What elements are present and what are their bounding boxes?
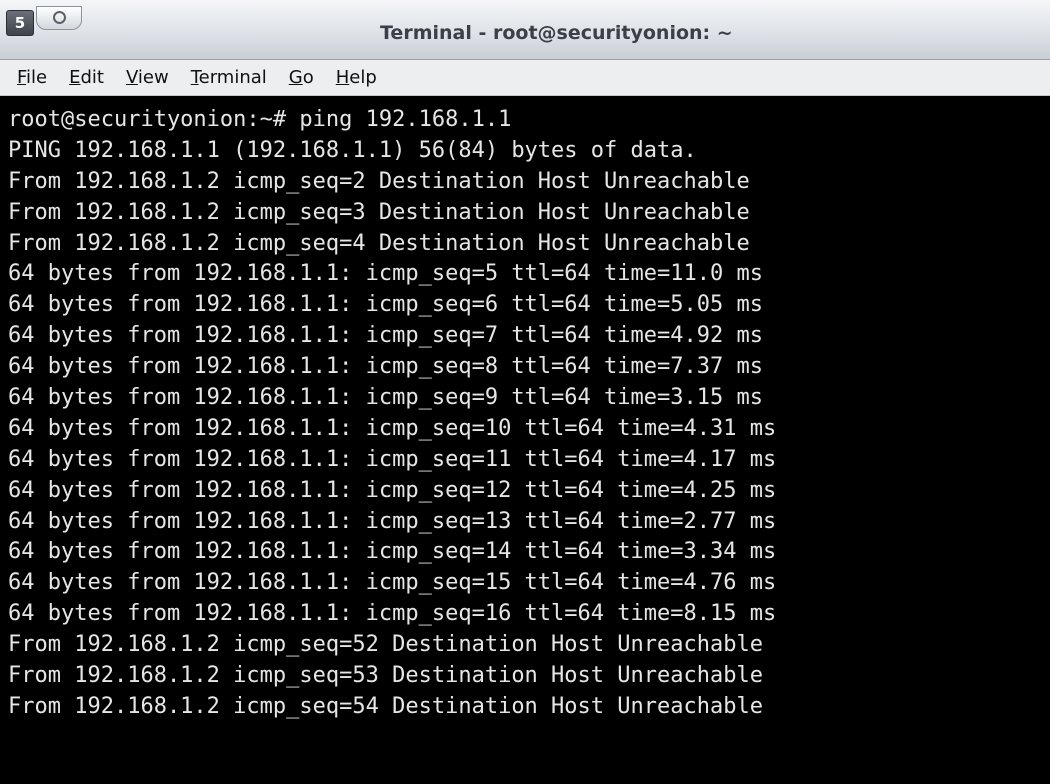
- terminal-line: 64 bytes from 192.168.1.1: icmp_seq=13 t…: [8, 508, 777, 534]
- menu-terminal[interactable]: Terminal: [180, 67, 278, 88]
- menu-file-label: ile: [26, 67, 48, 88]
- terminal-line: From 192.168.1.2 icmp_seq=52 Destination…: [8, 632, 763, 658]
- terminal-line: 64 bytes from 192.168.1.1: icmp_seq=16 t…: [8, 601, 777, 627]
- terminal-line: 64 bytes from 192.168.1.1: icmp_seq=9 tt…: [8, 385, 763, 411]
- menu-file[interactable]: File: [6, 67, 58, 88]
- menu-terminal-mnemonic: T: [190, 67, 199, 88]
- menu-file-mnemonic: F: [17, 67, 27, 88]
- terminal-line: 64 bytes from 192.168.1.1: icmp_seq=10 t…: [8, 415, 777, 441]
- menu-go-label: o: [302, 67, 314, 88]
- terminal-line: From 192.168.1.2 icmp_seq=4 Destination …: [8, 230, 750, 256]
- terminal-line: 64 bytes from 192.168.1.1: icmp_seq=6 tt…: [8, 292, 763, 318]
- window-title: Terminal - root@securityonion: ~: [380, 22, 733, 44]
- terminal-line: From 192.168.1.2 icmp_seq=54 Destination…: [8, 693, 763, 719]
- menu-bar: File Edit View Terminal Go Help: [0, 60, 1050, 96]
- menu-edit-mnemonic: E: [69, 67, 81, 88]
- menu-view-label: iew: [137, 67, 169, 88]
- menu-edit[interactable]: Edit: [58, 67, 115, 88]
- window-menu-icon[interactable]: 5: [6, 10, 34, 36]
- menu-help-label: elp: [349, 67, 377, 88]
- menu-terminal-label: erminal: [198, 67, 267, 88]
- pin-ring-icon: [52, 11, 66, 24]
- terminal-line: From 192.168.1.2 icmp_seq=53 Destination…: [8, 663, 763, 689]
- menu-edit-label: dit: [80, 67, 104, 88]
- menu-help-mnemonic: H: [335, 67, 350, 88]
- terminal-line: 64 bytes from 192.168.1.1: icmp_seq=5 tt…: [8, 261, 763, 287]
- menu-view[interactable]: View: [115, 67, 180, 88]
- menu-help[interactable]: Help: [325, 67, 388, 88]
- terminal-line: From 192.168.1.2 icmp_seq=3 Destination …: [8, 199, 750, 225]
- terminal-line: 64 bytes from 192.168.1.1: icmp_seq=7 tt…: [8, 323, 763, 349]
- terminal-line: 64 bytes from 192.168.1.1: icmp_seq=8 tt…: [8, 354, 763, 380]
- terminal-line: 64 bytes from 192.168.1.1: icmp_seq=15 t…: [8, 570, 777, 596]
- terminal-line: 64 bytes from 192.168.1.1: icmp_seq=11 t…: [8, 446, 777, 472]
- terminal-output[interactable]: root@securityonion:~# ping 192.168.1.1 P…: [0, 97, 1050, 784]
- terminal-line: root@securityonion:~# ping 192.168.1.1: [8, 107, 512, 132]
- terminal-line: 64 bytes from 192.168.1.1: icmp_seq=12 t…: [8, 477, 777, 503]
- title-bar[interactable]: 5 Terminal - root@securityonion: ~: [0, 0, 1050, 60]
- menu-go-mnemonic: G: [288, 67, 303, 88]
- terminal-line: From 192.168.1.2 icmp_seq=2 Destination …: [8, 168, 750, 194]
- terminal-line: 64 bytes from 192.168.1.1: icmp_seq=14 t…: [8, 539, 777, 565]
- terminal-line: PING 192.168.1.1 (192.168.1.1) 56(84) by…: [8, 137, 697, 163]
- window-menu-glyph: 5: [14, 14, 26, 32]
- pin-icon[interactable]: [36, 6, 82, 30]
- menu-view-mnemonic: V: [125, 67, 138, 88]
- menu-go[interactable]: Go: [278, 67, 325, 88]
- terminal-window: 5 Terminal - root@securityonion: ~ File …: [0, 0, 1050, 784]
